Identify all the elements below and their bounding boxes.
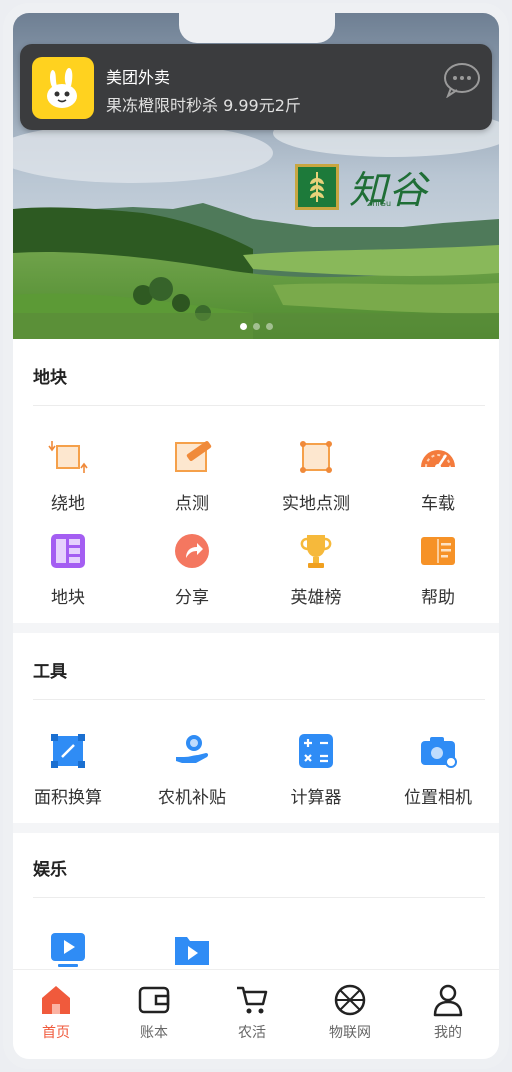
location-camera-button[interactable]: 位置相机 [383, 731, 493, 811]
tab-mine[interactable]: 我的 [408, 982, 488, 1044]
grid-item-label: 位置相机 [404, 788, 472, 808]
app-screen: 知谷 ZhiGu 美团外卖 果冻橙限时秒杀 9.99元2斤 地块 绕地 点测 实… [13, 13, 499, 1059]
help-book-icon [421, 537, 455, 565]
notification-message: 果冻橙限时秒杀 9.99元2斤 [106, 96, 301, 115]
tab-ledger[interactable]: 账本 [114, 982, 194, 1044]
brand-subtitle: ZhiGu [367, 199, 392, 208]
notch [179, 13, 335, 43]
divider [33, 405, 485, 406]
tab-label: 我的 [434, 1025, 462, 1041]
plot-section: 地块 绕地 点测 实地点测 车载 地块 分享 英雄榜 帮助 [13, 339, 499, 623]
video-folder-icon [175, 937, 209, 965]
cart-icon [237, 986, 268, 1014]
grid-item-label: 英雄榜 [290, 588, 342, 608]
divider [33, 897, 485, 898]
camera-icon [421, 737, 457, 768]
user-icon [433, 984, 463, 1017]
carousel-dot[interactable] [265, 323, 273, 330]
carousel-dot[interactable] [252, 323, 260, 330]
trophy-icon [300, 535, 332, 568]
push-notification[interactable]: 美团外卖 果冻橙限时秒杀 9.99元2斤 [20, 44, 492, 130]
brand-logo: 知谷 ZhiGu [295, 159, 429, 214]
grid-item-label: 分享 [175, 588, 209, 608]
phone-frame: 知谷 ZhiGu 美团外卖 果冻橙限时秒杀 9.99元2斤 地块 绕地 点测 实… [3, 3, 509, 1069]
section-title: 地块 [33, 368, 67, 388]
area-convert-button[interactable]: 面积换算 [13, 731, 123, 811]
grid-item-label: 实地点测 [282, 494, 350, 514]
grid-item-label: 地块 [51, 588, 85, 608]
walk-around-icon [48, 441, 88, 473]
notification-title: 美团外卖 [106, 68, 171, 87]
video-icon [51, 933, 85, 967]
subsidy-icon [176, 735, 209, 763]
grid-item-label: 计算器 [290, 788, 342, 808]
leaderboard-button[interactable]: 英雄榜 [261, 531, 371, 611]
tools-section: 工具 面积换算 农机补贴 计算器 位置相机 [13, 633, 499, 823]
section-title: 娱乐 [33, 860, 67, 880]
walk-around-button[interactable]: 绕地 [13, 437, 123, 517]
plot-list-button[interactable]: 地块 [13, 531, 123, 611]
speedometer-icon [421, 450, 455, 470]
grid-item-label: 帮助 [421, 588, 455, 608]
carousel-dot[interactable] [239, 323, 247, 330]
point-measure-icon [175, 441, 212, 472]
divider [33, 699, 485, 700]
tab-label: 首页 [42, 1025, 70, 1041]
grid-item-label: 农机补贴 [158, 788, 226, 808]
tab-label: 物联网 [329, 1025, 371, 1041]
help-button[interactable]: 帮助 [383, 531, 493, 611]
meituan-app-icon [32, 57, 94, 119]
plot-grid-icon [51, 534, 85, 568]
calculator-icon [299, 734, 333, 768]
entertainment-section: 娱乐 [13, 833, 499, 973]
grid-item-label: 点测 [175, 494, 209, 514]
tab-farm-work[interactable]: 农活 [212, 982, 292, 1044]
bottom-tab-bar: 首页 账本 农活 物联网 我的 [13, 969, 499, 1059]
tab-home[interactable]: 首页 [16, 982, 96, 1044]
field-measure-icon [300, 441, 332, 473]
point-measure-button[interactable]: 点测 [137, 437, 247, 517]
carousel-indicator [13, 323, 499, 330]
vehicle-button[interactable]: 车载 [383, 437, 493, 517]
tab-label: 农活 [238, 1025, 266, 1041]
network-icon [334, 984, 366, 1016]
area-convert-icon [51, 734, 85, 768]
grid-item-label: 面积换算 [34, 788, 102, 808]
chat-bubble-icon[interactable] [442, 62, 482, 98]
home-icon [42, 986, 70, 1014]
grid-item-label: 绕地 [51, 494, 85, 514]
field-measure-button[interactable]: 实地点测 [261, 437, 371, 517]
grid-item-label: 车载 [421, 494, 455, 514]
tab-iot[interactable]: 物联网 [310, 982, 390, 1044]
share-button[interactable]: 分享 [137, 531, 247, 611]
subsidy-button[interactable]: 农机补贴 [137, 731, 247, 811]
tab-label: 账本 [140, 1025, 168, 1041]
wheat-logo-icon [295, 163, 339, 210]
calculator-button[interactable]: 计算器 [261, 731, 371, 811]
share-icon [175, 534, 209, 568]
wallet-icon [138, 986, 170, 1014]
section-title: 工具 [33, 662, 67, 682]
